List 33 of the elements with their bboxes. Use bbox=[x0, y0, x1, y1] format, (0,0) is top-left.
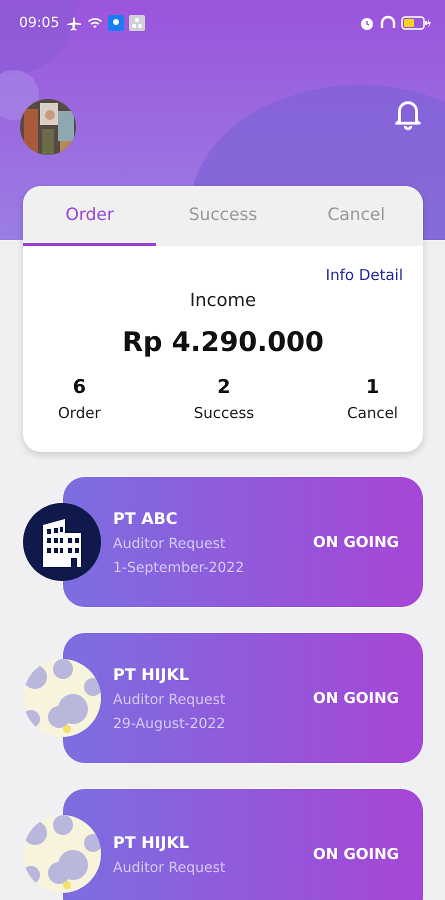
company-name: PT HIJKL bbox=[113, 664, 190, 684]
request-type: Auditor Request bbox=[113, 860, 226, 876]
order-status: ON GOING bbox=[312, 689, 399, 707]
request-type: Auditor Request bbox=[113, 692, 226, 708]
alarm-icon bbox=[359, 15, 375, 31]
order-card[interactable]: PT HIJKL Auditor Request 29-August-2022 ON GOING bbox=[63, 633, 423, 763]
info-detail-link[interactable]: Info Detail bbox=[326, 266, 403, 284]
headphones-icon bbox=[380, 15, 396, 31]
stat-count: 6 bbox=[72, 376, 86, 398]
order-status: ON GOING bbox=[312, 845, 399, 863]
company-name: PT ABC bbox=[113, 508, 179, 528]
app-icon bbox=[129, 15, 146, 31]
stat-label: Order bbox=[58, 404, 101, 422]
status-time: 09:05 bbox=[19, 15, 60, 31]
order-date: 29-August-2022 bbox=[113, 716, 226, 732]
tab[interactable]: Cancel bbox=[290, 186, 423, 246]
income-label: Income bbox=[190, 290, 256, 311]
airplane-icon bbox=[66, 15, 82, 31]
stat-count: 1 bbox=[366, 376, 380, 398]
tab[interactable]: Success bbox=[156, 186, 290, 246]
stat-label: Success bbox=[194, 404, 254, 422]
order-date: 1-September-2022 bbox=[113, 560, 244, 576]
stat-count: 2 bbox=[217, 376, 231, 398]
order-card[interactable]: PT ABC Auditor Request 1-September-2022 ON GOING bbox=[63, 477, 423, 607]
stat-label: Cancel bbox=[347, 404, 398, 422]
request-type: Auditor Request bbox=[113, 536, 226, 552]
order-card[interactable]: PT HIJKL Auditor Request ON GOING bbox=[63, 789, 423, 900]
tab[interactable]: Order bbox=[23, 186, 156, 246]
location-app-icon bbox=[108, 15, 124, 31]
company-name: PT HIJKL bbox=[113, 832, 190, 852]
battery-icon bbox=[401, 15, 431, 31]
income-amount: Rp 4.290.000 bbox=[122, 327, 324, 358]
order-status: ON GOING bbox=[312, 533, 399, 551]
